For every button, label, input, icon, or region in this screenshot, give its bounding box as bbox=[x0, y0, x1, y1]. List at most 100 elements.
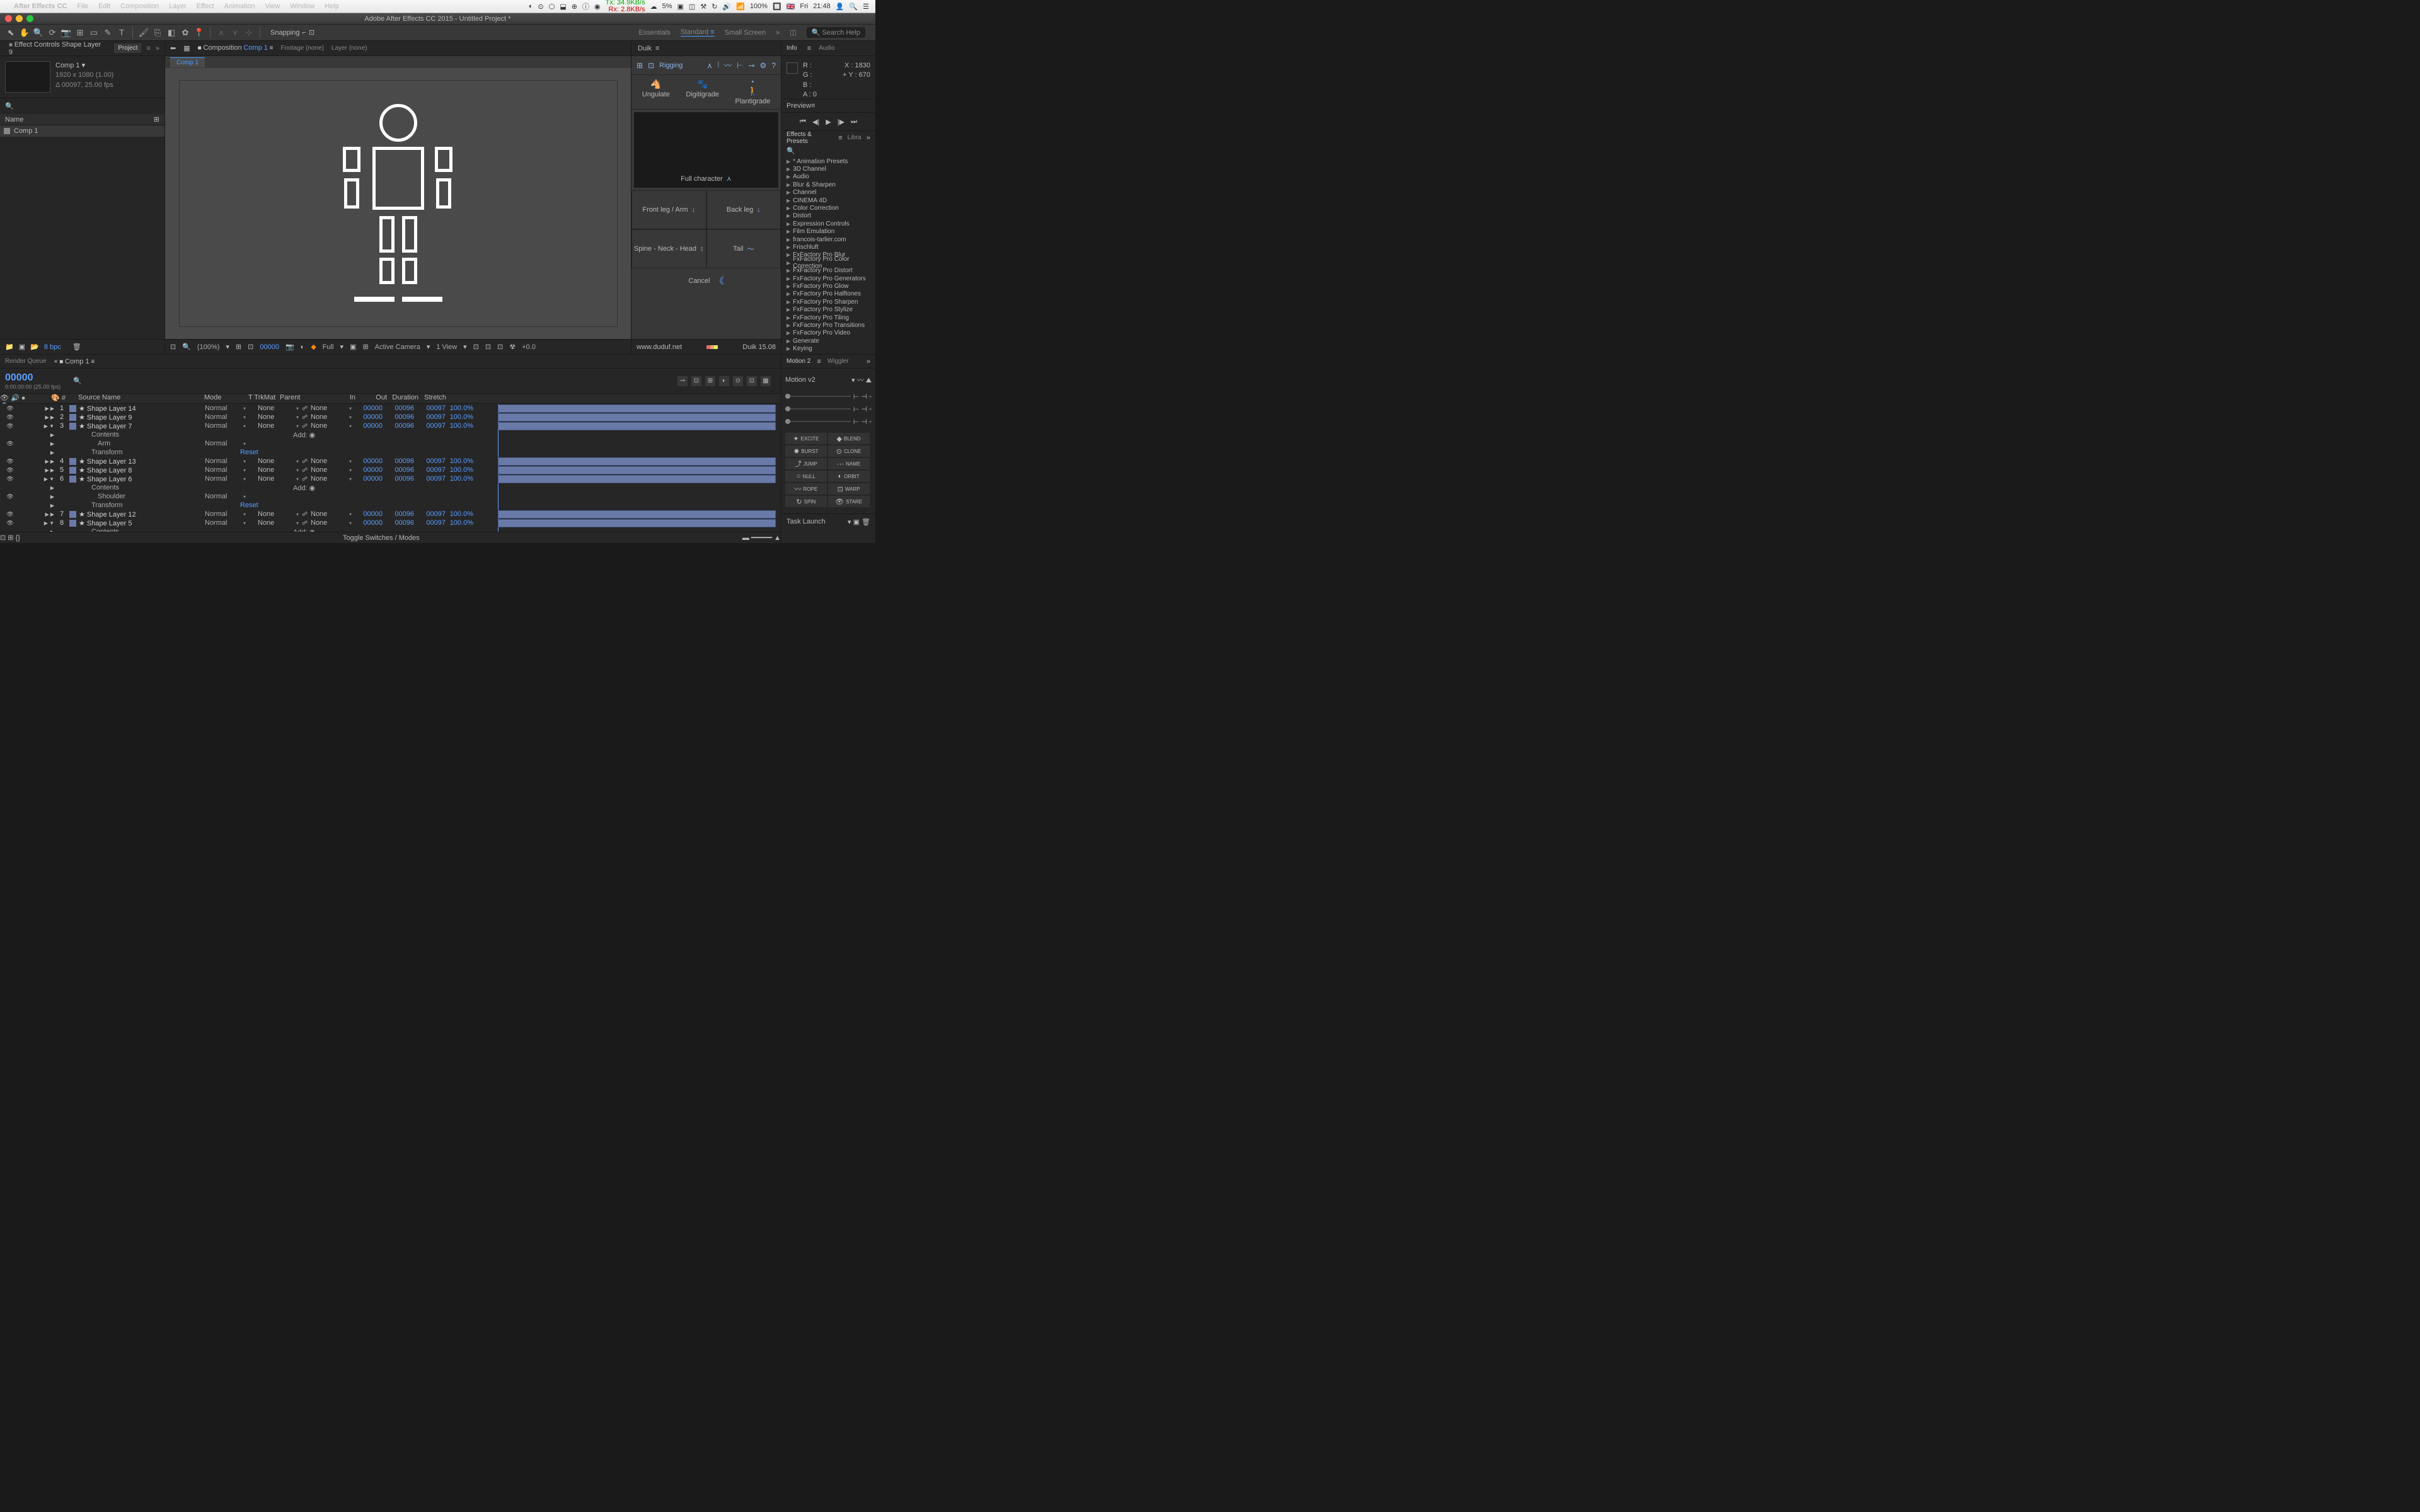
close-button[interactable] bbox=[5, 15, 12, 22]
roto-tool[interactable]: ✿ bbox=[180, 27, 191, 38]
hand-tool[interactable]: ✋ bbox=[19, 27, 30, 38]
proj-cols-icon[interactable]: ⊞ bbox=[154, 115, 159, 123]
comp-thumbnail[interactable] bbox=[5, 61, 50, 93]
mode-digitigrade[interactable]: 🐾Digitigrade bbox=[686, 79, 719, 105]
motion-btn-spin[interactable]: ↻ SPIN bbox=[785, 496, 827, 507]
mode-plantigrade[interactable]: 🚶Plantigrade bbox=[735, 79, 771, 105]
status-icon[interactable]: ↻ bbox=[712, 3, 717, 11]
panel-menu[interactable]: ≡ bbox=[146, 45, 150, 52]
view-icon[interactable]: ⊡ bbox=[473, 343, 479, 351]
effect-category[interactable]: ▶Film Emulation bbox=[781, 228, 875, 236]
tab-render-queue[interactable]: Render Queue bbox=[5, 358, 47, 365]
clock-day[interactable]: Fri bbox=[800, 3, 808, 10]
motion-preset-select[interactable]: Motion v2▾ 〰 ⛰ bbox=[785, 372, 872, 387]
effect-category[interactable]: ▶Distort bbox=[781, 212, 875, 220]
menu-window[interactable]: Window bbox=[290, 3, 314, 10]
status-icon[interactable]: ▣ bbox=[677, 3, 684, 11]
roi-icon[interactable]: ▣ bbox=[350, 343, 356, 351]
effect-category[interactable]: ▶CINEMA 4D bbox=[781, 197, 875, 204]
dropbox-icon[interactable]: ⬓ bbox=[560, 3, 566, 11]
motion-btn-blend[interactable]: ◆ BLEND bbox=[828, 433, 870, 444]
tl-btn[interactable]: ⊞ bbox=[705, 376, 715, 386]
tl-btn[interactable]: ⊙ bbox=[733, 376, 743, 386]
current-time[interactable]: 00000 bbox=[260, 343, 279, 351]
menu-layer[interactable]: Layer bbox=[169, 3, 187, 10]
menu-help[interactable]: Help bbox=[325, 3, 339, 10]
tab-wiggler[interactable]: Wiggler bbox=[827, 358, 849, 365]
view-icon[interactable]: ⊡ bbox=[497, 343, 503, 351]
exposure-icon[interactable]: ☢ bbox=[509, 343, 516, 351]
effect-category[interactable]: ▶FxFactory Pro Generators bbox=[781, 275, 875, 282]
play-icon[interactable]: ▶ bbox=[826, 118, 831, 126]
new-folder-icon[interactable]: 📂 bbox=[30, 343, 39, 351]
resolution[interactable]: Full bbox=[323, 343, 334, 351]
axis-tool[interactable]: ⋎ bbox=[229, 27, 241, 38]
duik-url[interactable]: www.duduf.net bbox=[637, 343, 682, 351]
effect-category[interactable]: ▶FxFactory Pro Transitions bbox=[781, 321, 875, 329]
eraser-tool[interactable]: ◧ bbox=[166, 27, 177, 38]
flag-icon[interactable]: 🇬🇧 bbox=[786, 3, 795, 11]
effect-category[interactable]: ▶francois-tarlier.com bbox=[781, 236, 875, 243]
last-frame-icon[interactable]: ⏭ bbox=[851, 118, 857, 126]
rotate-tool[interactable]: ⟳ bbox=[47, 27, 58, 38]
snapping-toggle[interactable]: Snapping⌐⊡ bbox=[270, 28, 314, 37]
full-character-button[interactable]: Full character⋏ bbox=[634, 112, 778, 188]
grid-icon[interactable]: ⊡ bbox=[248, 343, 253, 351]
effect-category[interactable]: ▶Channel bbox=[781, 189, 875, 197]
spotlight-icon[interactable]: 🔍 bbox=[849, 3, 858, 11]
workspace-more[interactable]: » bbox=[776, 29, 780, 37]
status-icon[interactable]: ⊕ bbox=[572, 3, 577, 11]
duik-tool-icon[interactable]: ⊢ bbox=[737, 61, 743, 70]
effect-category[interactable]: ▶Expression Controls bbox=[781, 220, 875, 227]
clock-time[interactable]: 21:48 bbox=[813, 3, 831, 10]
effect-category[interactable]: ▶FxFactory Pro Video bbox=[781, 329, 875, 337]
zoom-slider[interactable]: ▬ ━━━━━ ▲ bbox=[742, 534, 781, 542]
maximize-button[interactable] bbox=[26, 15, 33, 22]
duik-cancel-button[interactable]: Cancel《 bbox=[631, 268, 781, 294]
motion-btn-clone[interactable]: ⊙ CLONE bbox=[828, 445, 870, 457]
duik-tool-icon[interactable]: ⦚ bbox=[718, 60, 720, 70]
status-icon[interactable]: ◐ bbox=[529, 3, 533, 10]
axis-tool[interactable]: ⋏ bbox=[216, 27, 227, 38]
toggle-switches[interactable]: Toggle Switches / Modes bbox=[343, 534, 420, 542]
tab-project[interactable]: Project bbox=[114, 43, 141, 53]
tab-timeline-comp[interactable]: × ■ Comp 1 ≡ bbox=[54, 358, 95, 365]
duik-tool-icon[interactable]: 〰 bbox=[724, 60, 732, 71]
effect-category[interactable]: ▶FxFactory Pro Color Correction bbox=[781, 259, 875, 266]
prev-frame-icon[interactable]: ◀| bbox=[812, 118, 819, 126]
selection-tool[interactable]: ⬉ bbox=[5, 27, 16, 38]
part-tail[interactable]: Tail 〜 bbox=[706, 229, 781, 268]
effect-category[interactable]: ▶FxFactory Pro Halftones bbox=[781, 290, 875, 298]
res-icon[interactable]: ⊞ bbox=[236, 343, 241, 351]
motion-slider-2[interactable]: ⊢ ⊣ ◦ bbox=[785, 403, 872, 415]
zoom-tool[interactable]: 🔍 bbox=[33, 27, 44, 38]
effect-category[interactable]: ▶Keying bbox=[781, 345, 875, 352]
project-item-comp1[interactable]: Comp 1 bbox=[0, 125, 164, 137]
menu-edit[interactable]: Edit bbox=[98, 3, 110, 10]
exposure[interactable]: +0.0 bbox=[522, 343, 536, 351]
search-help[interactable]: 🔍 Search Help bbox=[807, 27, 865, 38]
motion-slider-1[interactable]: ⊢ ⊣ ◦ bbox=[785, 390, 872, 403]
effects-search[interactable]: 🔍 bbox=[781, 144, 875, 158]
motion-btn-rope[interactable]: 〰 ROPE bbox=[785, 483, 827, 495]
motion-btn-jump[interactable]: ⤴ JUMP bbox=[785, 458, 827, 469]
tl-btn[interactable]: ⊡ bbox=[747, 376, 757, 386]
effect-category[interactable]: ▶Generate bbox=[781, 337, 875, 345]
duik-tool-icon[interactable]: ⊸ bbox=[748, 61, 754, 70]
view-icon[interactable]: ⊡ bbox=[485, 343, 491, 351]
motion-btn-orbit[interactable]: ◐ ORBIT bbox=[828, 471, 870, 482]
pan-behind-tool[interactable]: ⊞ bbox=[74, 27, 86, 38]
first-frame-icon[interactable]: ⏮ bbox=[800, 118, 806, 126]
timeline-timecode[interactable]: 00000 bbox=[5, 372, 60, 384]
minimize-button[interactable] bbox=[16, 15, 23, 22]
effect-category[interactable]: ▶Audio bbox=[781, 173, 875, 181]
panel-more[interactable]: » bbox=[867, 134, 870, 142]
zoom-level[interactable]: (100%) bbox=[197, 343, 219, 351]
trash-icon[interactable]: 🗑 bbox=[72, 343, 81, 351]
bluetooth-icon[interactable]: ⚒ bbox=[700, 3, 706, 11]
duik-settings-icon[interactable]: ⚙ bbox=[760, 61, 767, 70]
nav-back-icon[interactable]: ⬅ bbox=[170, 44, 176, 52]
motion-btn-name[interactable]: ⋯ NAME bbox=[828, 458, 870, 469]
workspace-sync[interactable]: ◫ bbox=[790, 28, 796, 37]
motion-slider-3[interactable]: ⊢ ⊣ ◦ bbox=[785, 415, 872, 428]
